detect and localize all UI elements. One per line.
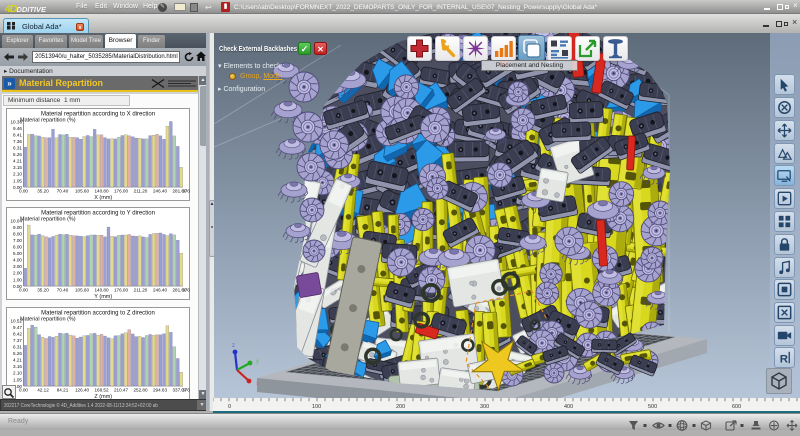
svg-text:400: 400 bbox=[564, 404, 573, 410]
svg-text:6.00: 6.00 bbox=[13, 245, 22, 250]
svg-text:252.80: 252.80 bbox=[133, 388, 147, 393]
svg-text:84.21: 84.21 bbox=[57, 388, 69, 393]
svg-text:176.00: 176.00 bbox=[114, 288, 128, 293]
svg-text:8.41: 8.41 bbox=[13, 132, 22, 137]
svg-text:8.42: 8.42 bbox=[13, 331, 22, 336]
svg-text:100: 100 bbox=[312, 404, 321, 410]
svg-text:9.47: 9.47 bbox=[13, 325, 22, 330]
svg-text:246.40: 246.40 bbox=[153, 288, 167, 293]
svg-text:600: 600 bbox=[732, 404, 741, 410]
svg-text:0.00: 0.00 bbox=[19, 288, 28, 293]
svg-text:500: 500 bbox=[648, 404, 657, 410]
svg-text:10.38: 10.38 bbox=[11, 119, 23, 124]
svg-text:9.00: 9.00 bbox=[13, 225, 22, 230]
svg-text:126.40: 126.40 bbox=[75, 388, 89, 393]
svg-text:5.26: 5.26 bbox=[13, 351, 22, 356]
svg-text:168.52: 168.52 bbox=[94, 388, 108, 393]
svg-text:z: z bbox=[232, 343, 235, 349]
svg-text:294.63: 294.63 bbox=[153, 388, 167, 393]
svg-text:3.16: 3.16 bbox=[13, 364, 22, 369]
svg-text:376: 376 bbox=[182, 288, 190, 293]
svg-text:10.52: 10.52 bbox=[11, 318, 23, 323]
svg-text:6.31: 6.31 bbox=[13, 146, 22, 151]
svg-text:176.00: 176.00 bbox=[114, 189, 128, 194]
svg-text:2.10: 2.10 bbox=[13, 371, 22, 376]
svg-text:105.60: 105.60 bbox=[75, 189, 89, 194]
svg-text:7.37: 7.37 bbox=[13, 338, 22, 343]
svg-text:10.04: 10.04 bbox=[11, 218, 23, 223]
svg-text:Material repartition (%): Material repartition (%) bbox=[20, 317, 76, 323]
svg-text:210.47: 210.47 bbox=[114, 388, 128, 393]
svg-text:211.20: 211.20 bbox=[134, 189, 148, 194]
svg-text:4.21: 4.21 bbox=[13, 358, 22, 363]
svg-text:200: 200 bbox=[396, 404, 405, 410]
svg-text:0.00: 0.00 bbox=[19, 189, 28, 194]
svg-text:Material repartition (%): Material repartition (%) bbox=[20, 118, 76, 124]
svg-text:1.05: 1.05 bbox=[13, 377, 22, 382]
svg-text:300: 300 bbox=[480, 404, 489, 410]
svg-text:140.80: 140.80 bbox=[94, 288, 108, 293]
svg-text:4.00: 4.00 bbox=[13, 258, 22, 263]
svg-text:5.00: 5.00 bbox=[13, 251, 22, 256]
svg-text:376: 376 bbox=[182, 189, 190, 194]
svg-text:Material repartition (%): Material repartition (%) bbox=[20, 217, 76, 223]
svg-text:0: 0 bbox=[228, 404, 231, 410]
svg-text:x: x bbox=[256, 381, 259, 387]
svg-text:8.00: 8.00 bbox=[13, 231, 22, 236]
svg-text:42.12: 42.12 bbox=[37, 388, 49, 393]
svg-text:70.40: 70.40 bbox=[57, 288, 69, 293]
svg-text:7.36: 7.36 bbox=[13, 139, 22, 144]
svg-text:Y (mm): Y (mm) bbox=[94, 294, 112, 300]
svg-text:y: y bbox=[256, 359, 259, 365]
svg-text:3.00: 3.00 bbox=[13, 264, 22, 269]
svg-text:4.21: 4.21 bbox=[13, 159, 22, 164]
svg-text:140.80: 140.80 bbox=[94, 189, 108, 194]
svg-text:5.26: 5.26 bbox=[13, 152, 22, 157]
svg-text:9.46: 9.46 bbox=[13, 126, 22, 131]
svg-text:6.31: 6.31 bbox=[13, 345, 22, 350]
svg-text:105.60: 105.60 bbox=[75, 288, 89, 293]
svg-text:246.40: 246.40 bbox=[153, 189, 167, 194]
svg-text:R: R bbox=[780, 353, 788, 365]
svg-text:211.20: 211.20 bbox=[134, 288, 148, 293]
svg-text:3.15: 3.15 bbox=[13, 165, 22, 170]
svg-text:2.00: 2.00 bbox=[13, 271, 22, 276]
svg-text:7.00: 7.00 bbox=[13, 238, 22, 243]
svg-text:376: 376 bbox=[182, 388, 190, 393]
svg-text:0.00: 0.00 bbox=[19, 388, 28, 393]
svg-text:2.10: 2.10 bbox=[13, 172, 22, 177]
svg-text:35.20: 35.20 bbox=[37, 189, 49, 194]
svg-text:1.00: 1.00 bbox=[13, 277, 22, 282]
svg-text:35.20: 35.20 bbox=[37, 288, 49, 293]
svg-text:X (mm): X (mm) bbox=[94, 195, 112, 201]
svg-text:1.05: 1.05 bbox=[13, 178, 22, 183]
svg-text:70.40: 70.40 bbox=[57, 189, 69, 194]
